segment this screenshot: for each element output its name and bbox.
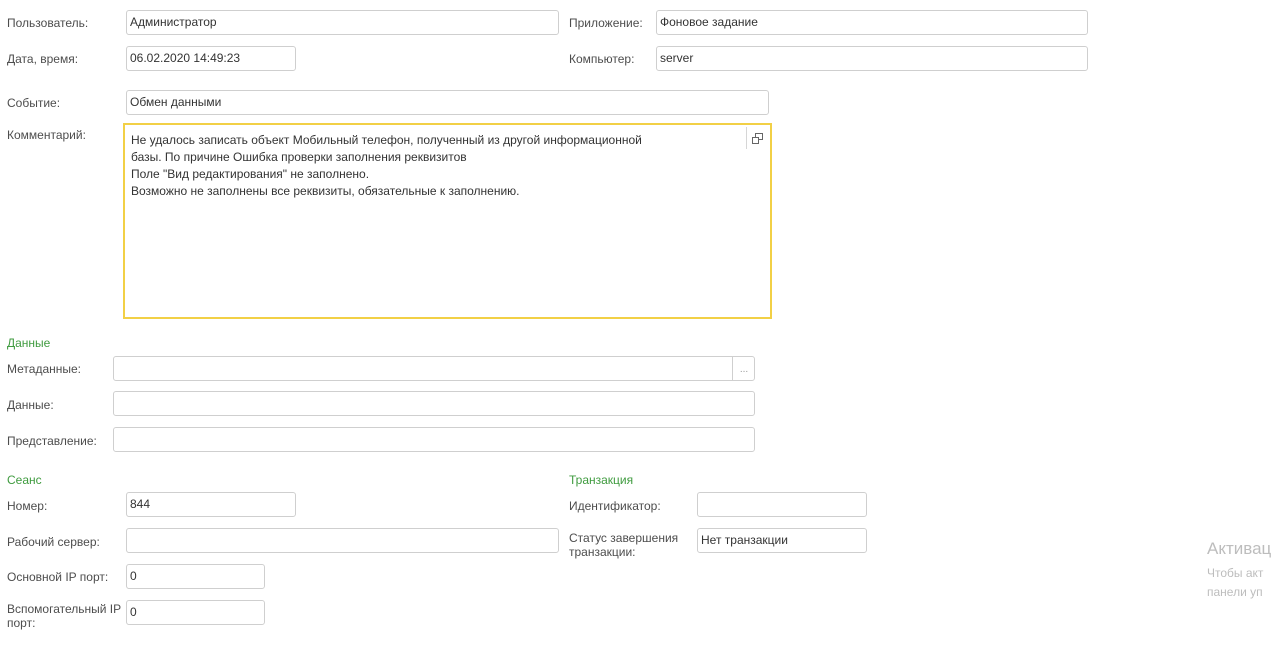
computer-label: Компьютер: <box>569 52 635 66</box>
data-label: Данные: <box>7 398 54 412</box>
activation-watermark-line1: Чтобы акт <box>1207 566 1264 580</box>
work-server-label: Рабочий сервер: <box>7 535 100 549</box>
metadata-select-button[interactable]: ... <box>732 356 755 381</box>
computer-field[interactable]: server <box>656 46 1088 71</box>
aux-port-field[interactable]: 0 <box>126 600 265 625</box>
data-field[interactable] <box>113 391 755 416</box>
app-label: Приложение: <box>569 16 643 30</box>
session-number-label: Номер: <box>7 499 48 513</box>
session-group-title: Сеанс <box>7 473 42 487</box>
work-server-field[interactable] <box>126 528 559 553</box>
transaction-status-field[interactable]: Нет транзакции <box>697 528 867 553</box>
activation-watermark-line2: панели уп <box>1207 585 1263 599</box>
transaction-id-field[interactable] <box>697 492 867 517</box>
comment-textarea[interactable]: Не удалось записать объект Мобильный тел… <box>123 123 772 319</box>
data-group-title: Данные <box>7 336 51 350</box>
presentation-label: Представление: <box>7 434 97 448</box>
comment-label: Комментарий: <box>7 128 86 142</box>
presentation-field[interactable] <box>113 427 755 452</box>
metadata-label: Метаданные: <box>7 362 82 376</box>
metadata-field[interactable] <box>113 356 755 381</box>
app-field[interactable]: Фоновое задание <box>656 10 1088 35</box>
main-port-label: Основной IP порт: <box>7 570 109 584</box>
aux-port-label: Вспомогательный IP порт: <box>7 602 121 630</box>
main-port-field[interactable]: 0 <box>126 564 265 589</box>
session-number-field[interactable]: 844 <box>126 492 296 517</box>
event-label: Событие: <box>7 96 61 110</box>
datetime-field[interactable]: 06.02.2020 14:49:23 <box>126 46 296 71</box>
transaction-status-label: Статус завершения транзакции: <box>569 531 679 559</box>
activation-watermark-title: Активац <box>1207 539 1272 558</box>
transaction-id-label: Идентификатор: <box>569 499 661 513</box>
event-field[interactable]: Обмен данными <box>126 90 769 115</box>
user-field[interactable]: Администратор <box>126 10 559 35</box>
datetime-label: Дата, время: <box>7 52 79 66</box>
open-window-icon[interactable] <box>746 127 768 149</box>
user-label: Пользователь: <box>7 16 89 30</box>
transaction-group-title: Транзакция <box>569 473 634 487</box>
